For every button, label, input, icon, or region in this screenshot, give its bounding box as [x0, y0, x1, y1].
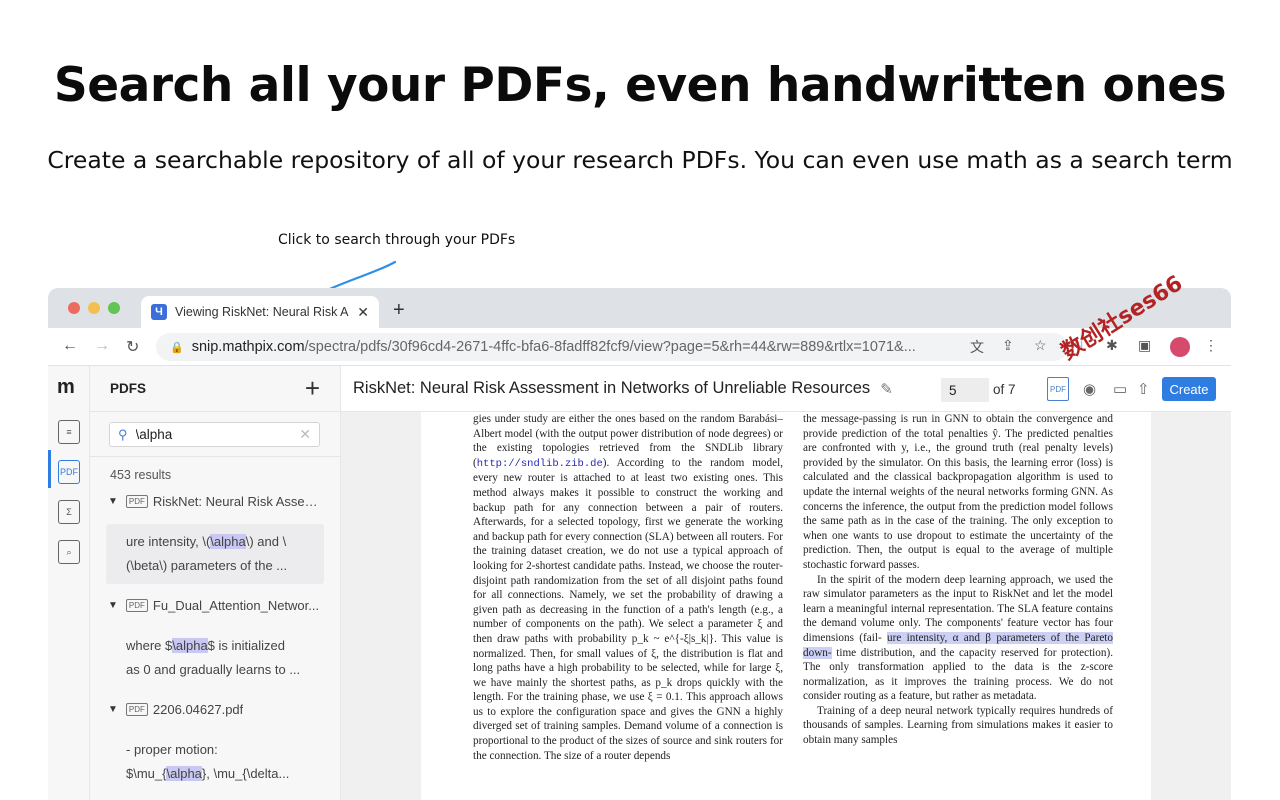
minimize-window-button[interactable] [88, 302, 100, 314]
pdf-file-icon: PDF [125, 703, 148, 716]
rail-active-indicator [48, 450, 51, 488]
close-window-button[interactable] [68, 302, 80, 314]
search-icon: ⚲ [118, 426, 128, 442]
translate-icon[interactable]: 文 [970, 337, 984, 357]
eye-icon[interactable]: ◉ [1083, 380, 1096, 398]
tab-title: Viewing RiskNet: Neural Risk A [175, 305, 349, 319]
reload-icon[interactable]: ↻ [126, 337, 139, 357]
search-box: ⚲ ✕ [109, 422, 320, 447]
search-result-snippet[interactable]: ure intensity, \(\alpha\) and \ (\beta\)… [106, 524, 324, 584]
sidepanel-icon[interactable]: ▣ [1138, 337, 1151, 354]
snip-search-icon[interactable]: ⌕ [58, 540, 80, 564]
search-input[interactable] [135, 427, 300, 442]
lock-icon: 🔒 [170, 341, 184, 354]
caret-down-icon[interactable]: ▼ [108, 704, 118, 715]
doc-item[interactable]: ▼ PDF 2206.04627.pdf [108, 702, 324, 717]
hero-subtitle: Create a searchable repository of all of… [47, 146, 1233, 174]
sigma-icon[interactable]: Σ [58, 500, 80, 524]
document-title: RiskNet: Neural Risk Assessment in Netwo… [353, 379, 871, 397]
address-bar[interactable]: 🔒 snip.mathpix.com/spectra/pdfs/30f96cd4… [156, 333, 1068, 361]
sidebar-header: PDFS + [90, 366, 340, 412]
pdf-view-icon[interactable]: PDF [1047, 377, 1069, 401]
sndlib-link[interactable]: http://sndlib.zib.de [477, 458, 603, 470]
caret-down-icon[interactable]: ▼ [108, 496, 118, 507]
page-column-left: gies under study are either the ones bas… [473, 413, 783, 762]
pdf-sidebar: PDFS + ⚲ ✕ 453 results ▼ PDF RiskNet: Ne… [90, 366, 341, 800]
results-count: 453 results [110, 468, 172, 482]
bookmark-star-icon[interactable]: ☆ [1034, 337, 1047, 354]
add-pdf-button[interactable]: + [305, 373, 320, 404]
browser-tab[interactable]: Ч Viewing RiskNet: Neural Risk A ✕ [141, 296, 379, 328]
url-text: snip.mathpix.com/spectra/pdfs/30f96cd4-2… [191, 339, 916, 355]
page-count: of 7 [993, 382, 1016, 397]
mathpix-logo-icon[interactable]: m [57, 376, 81, 398]
tab-bar: Ч Viewing RiskNet: Neural Risk A ✕ + [48, 288, 1231, 328]
menu-kebab-icon[interactable]: ⋮ [1204, 337, 1218, 354]
doc-item[interactable]: ▼ PDF Fu_Dual_Attention_Networ... [108, 598, 324, 613]
page-column-right: the message-passing is run in GNN to obt… [803, 413, 1113, 747]
caret-down-icon[interactable]: ▼ [108, 600, 118, 611]
callout-label: Click to search through your PDFs [278, 232, 516, 248]
pdf-icon[interactable]: PDF [58, 460, 80, 484]
forward-icon[interactable]: → [94, 337, 110, 355]
new-tab-icon[interactable]: + [393, 299, 405, 322]
layout-icon[interactable]: ▭ [1113, 380, 1127, 398]
search-result-snippet[interactable]: where $\alpha$ is initialized as 0 and g… [106, 628, 324, 688]
doc-title: 2206.04627.pdf [152, 702, 244, 717]
doc-title: Fu_Dual_Attention_Networ... [152, 598, 320, 613]
create-button[interactable]: Create [1162, 377, 1216, 401]
hero-title: Search all your PDFs, even handwritten o… [53, 58, 1227, 113]
search-result-snippet[interactable]: - proper motion: $\mu_{\alpha}, \mu_{\de… [106, 732, 324, 792]
edit-title-icon[interactable]: ✎ [880, 380, 893, 398]
sidebar-divider [90, 456, 341, 457]
viewer-toolbar: RiskNet: Neural Risk Assessment in Netwo… [341, 366, 1231, 412]
doc-item[interactable]: ▼ PDF RiskNet: Neural Risk Assess... [108, 494, 324, 509]
doc-title: RiskNet: Neural Risk Assess... [152, 494, 324, 509]
browser-toolbar: ← → ↻ 🔒 snip.mathpix.com/spectra/pdfs/30… [48, 328, 1231, 366]
page-number-input[interactable] [941, 378, 989, 402]
upload-icon[interactable]: ⇧ [1137, 380, 1150, 398]
mathpix-app: m ≡ PDF Σ ⌕ PDFS + ⚲ ✕ 453 results ▼ PDF… [48, 366, 1231, 800]
pdf-viewer: RiskNet: Neural Risk Assessment in Netwo… [341, 366, 1231, 800]
browser-window: Ч Viewing RiskNet: Neural Risk A ✕ + ← →… [48, 288, 1231, 800]
nav-rail: m ≡ PDF Σ ⌕ [48, 366, 90, 800]
sidebar-title: PDFS [110, 381, 147, 396]
mathpix-favicon-icon: Ч [151, 304, 167, 320]
clear-search-icon[interactable]: ✕ [299, 426, 311, 443]
pdf-file-icon: PDF [125, 599, 148, 612]
back-icon[interactable]: ← [62, 337, 78, 355]
profile-avatar[interactable] [1170, 337, 1190, 357]
tab-close-icon[interactable]: ✕ [357, 304, 369, 321]
pdf-page: gies under study are either the ones bas… [421, 412, 1151, 800]
documents-icon[interactable]: ≡ [58, 420, 80, 444]
maximize-window-button[interactable] [108, 302, 120, 314]
pdf-file-icon: PDF [125, 495, 148, 508]
share-icon[interactable]: ⇪ [1002, 337, 1014, 354]
